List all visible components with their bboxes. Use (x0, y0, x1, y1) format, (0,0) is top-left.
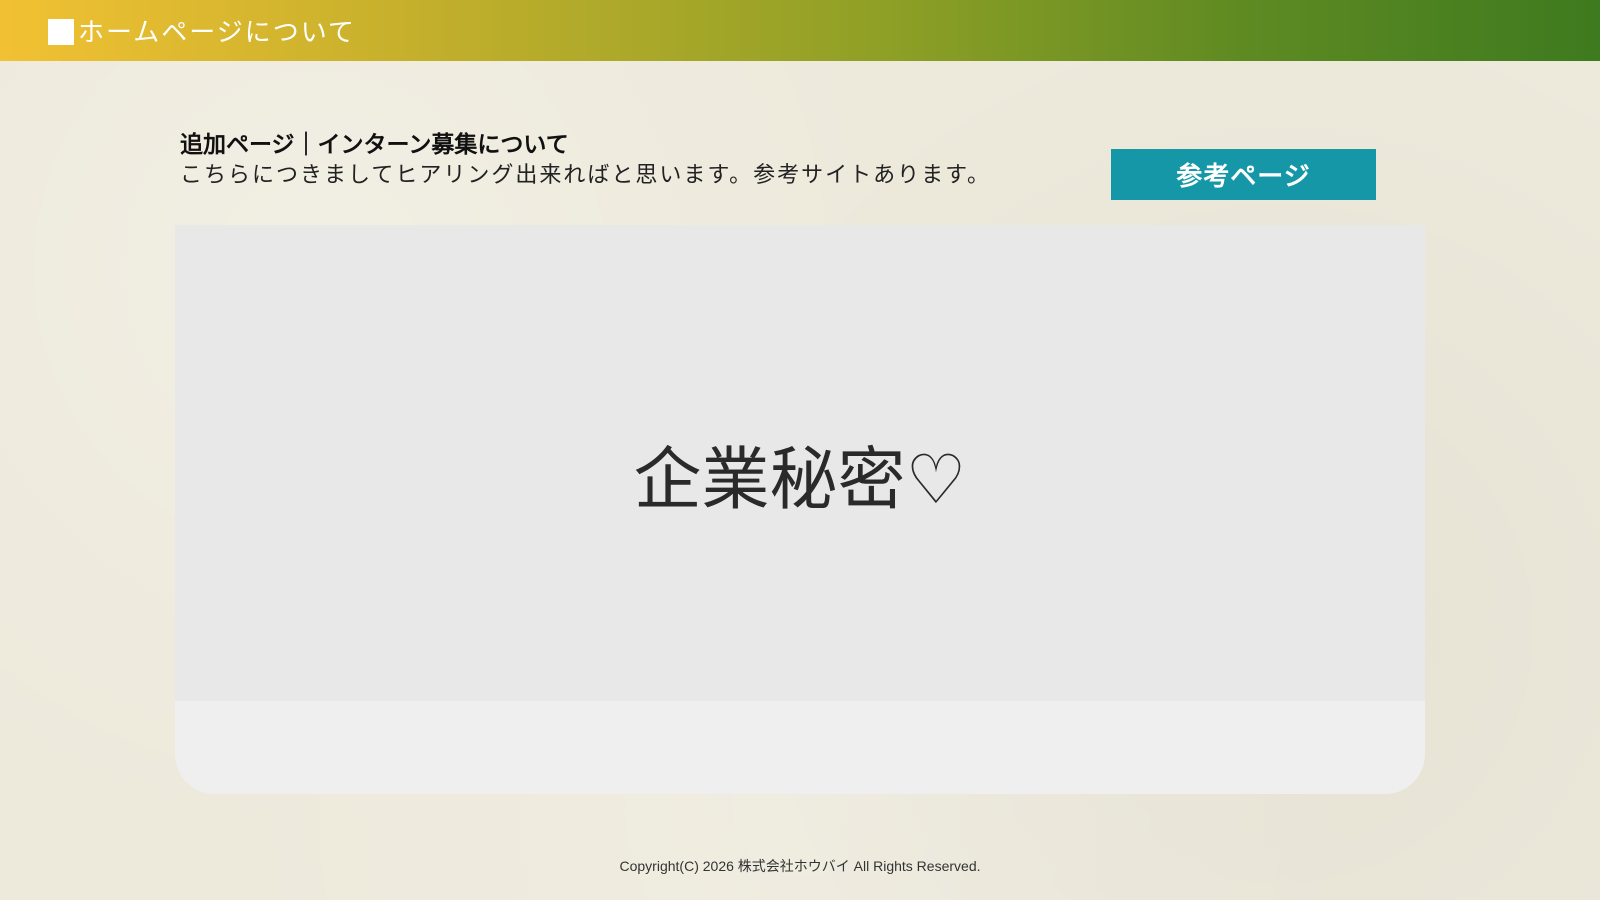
intro-section: 追加ページ｜インターン募集について こちらにつきましてヒアリング出来ればと思いま… (180, 130, 1080, 192)
reference-page-button[interactable]: 参考ページ (1111, 149, 1376, 200)
intro-description: こちらにつきましてヒアリング出来ればと思います。参考サイトあります。 (180, 163, 991, 188)
content-panel: 企業秘密♡ (175, 225, 1425, 794)
header-square-icon (48, 18, 74, 45)
confidential-placeholder-text: 企業秘密♡ (633, 440, 967, 520)
footer-copyright: Copyright(C) 2026 株式会社ホウバイ All Rights Re… (619, 858, 981, 874)
header-title: ホームページについて (78, 18, 356, 48)
header-bar: ホームページについて (0, 0, 1600, 61)
intro-title: 追加ページ｜インターン募集について (180, 132, 569, 158)
